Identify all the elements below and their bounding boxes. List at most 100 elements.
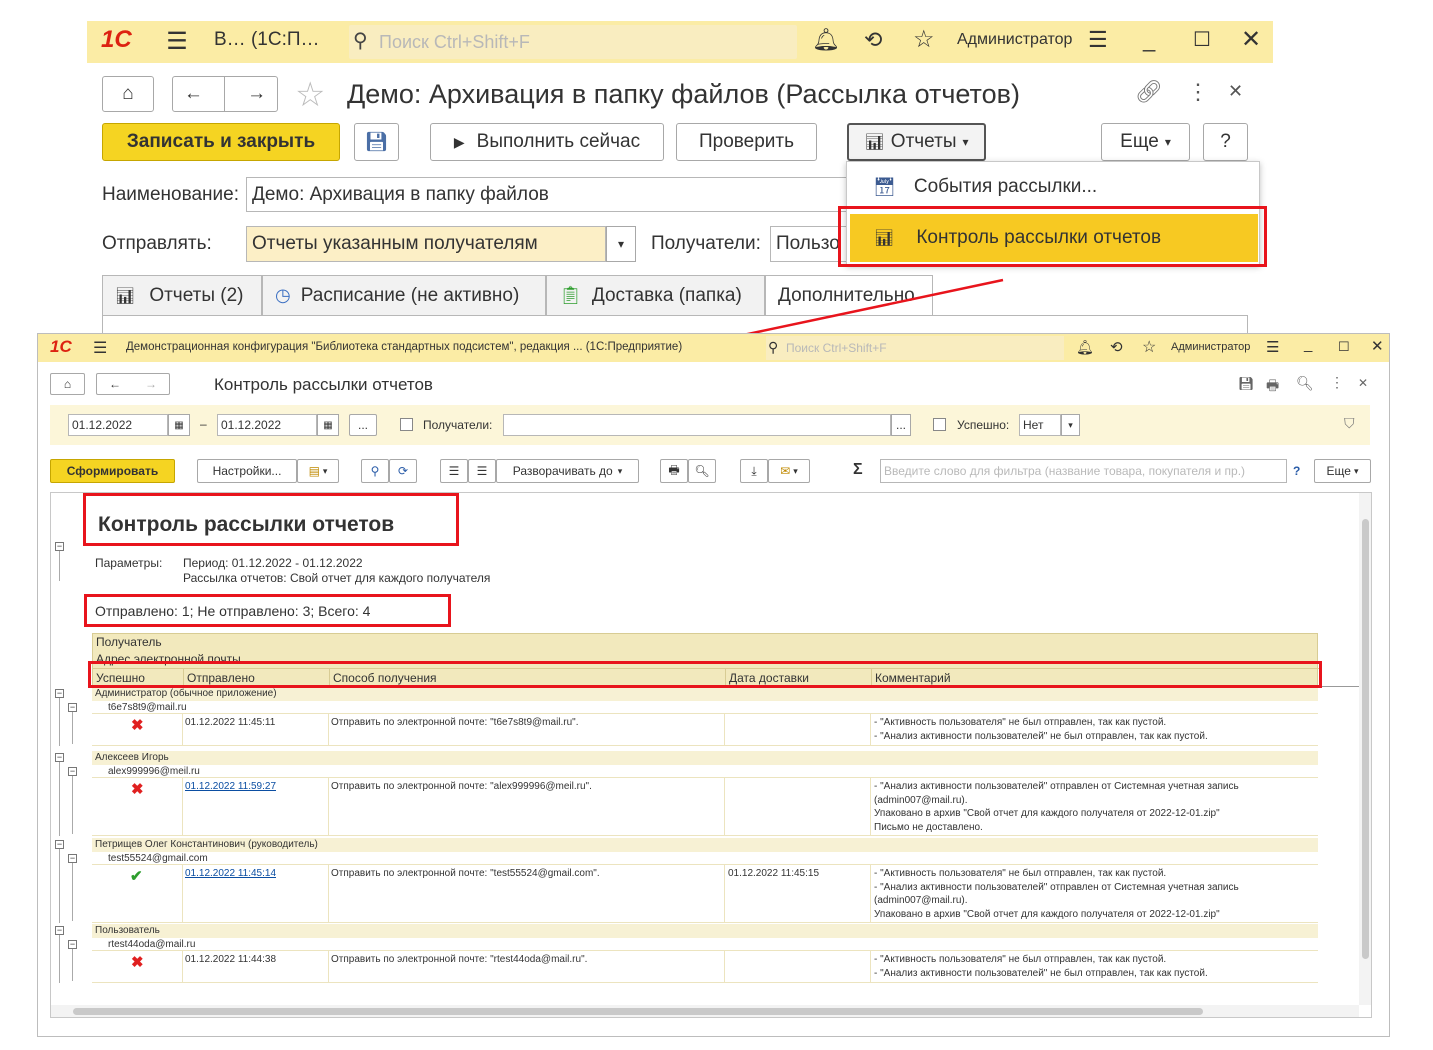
recipients-checkbox[interactable] [400, 418, 413, 431]
help-button[interactable]: ? [1293, 464, 1300, 478]
group-email[interactable]: alex999996@meil.ru [92, 765, 1318, 778]
calendar-icon: ▦ [323, 419, 333, 431]
print-button[interactable]: 🖶 [660, 459, 688, 483]
group-collapse-toggle[interactable]: − [55, 689, 64, 698]
success-select[interactable]: Нет [1019, 414, 1061, 436]
home-button[interactable]: ⌂ [50, 373, 85, 395]
nav-buttons[interactable]: ← → [96, 373, 170, 395]
hamburger-icon[interactable]: ☰ [93, 338, 107, 358]
comment-line: (admin007@mail.ru). [874, 895, 968, 906]
report-window-title: Демонстрационная конфигурация "Библиотек… [126, 341, 683, 353]
date-to-field[interactable]: 01.12.2022 [217, 414, 317, 436]
success-select-dropdown[interactable]: ▾ [1061, 414, 1080, 436]
group-email[interactable]: rtest44oda@mail.ru [92, 938, 1318, 951]
group-email[interactable]: t6e7s8t9@mail.ru [92, 701, 1318, 714]
expand-button[interactable]: ☰ [468, 459, 496, 483]
group-collapse-toggle[interactable]: − [55, 753, 64, 762]
chevron-down-icon: ▾ [793, 465, 798, 476]
comment-line: Письмо не доставлено. [874, 821, 983, 833]
expand-icon: ☰ [476, 464, 488, 478]
settings-menu-icon[interactable]: ☰ [1266, 338, 1279, 356]
horizontal-scroll-thumb[interactable] [73, 1008, 1203, 1015]
period-select-button[interactable]: ... [349, 414, 377, 436]
success-checkbox[interactable] [933, 418, 946, 431]
date-from-field[interactable]: 01.12.2022 [68, 414, 168, 436]
global-search[interactable]: ⚲ Поиск Ctrl+Shift+F [766, 336, 1064, 360]
calendar-icon: ▦ [174, 419, 184, 431]
collapse-button[interactable]: ☰ [440, 459, 468, 483]
report-filter-input[interactable]: Введите слово для фильтра (название това… [880, 459, 1287, 483]
delivery-method: Отправить по электронной почте: "alex999… [331, 781, 592, 792]
check-icon: ✔ [130, 868, 143, 885]
more-vertical-icon[interactable]: ⋮ [1330, 374, 1344, 391]
more-button[interactable]: Еще ▾ [1314, 459, 1371, 483]
email-collapse-toggle[interactable]: − [68, 767, 77, 776]
expand-to-button[interactable]: Разворачивать до ▾ [496, 459, 639, 483]
group-email[interactable]: test55524@gmail.com [92, 852, 1318, 865]
download-icon: ⤓ [751, 463, 757, 478]
comment-line: Упаковано в архив "Свой отчет для каждог… [874, 908, 1220, 920]
history-icon[interactable]: ⟲ [1110, 338, 1123, 356]
send-button[interactable]: ✉ ▾ [768, 459, 810, 483]
delivery-method: Отправить по электронной почте: "t6e7s8t… [331, 717, 579, 728]
chevron-down-icon: ▾ [322, 465, 328, 476]
report-title: Контроль рассылки отчетов [214, 375, 433, 394]
find-button[interactable]: ⚲ [361, 459, 389, 483]
group-recipient[interactable]: Алексеев Игорь [92, 751, 1318, 765]
email-collapse-toggle[interactable]: − [68, 703, 77, 712]
preview-button[interactable]: 🔍︎ [688, 459, 716, 483]
group-collapse-toggle[interactable]: − [55, 926, 64, 935]
params-label: Параметры: [95, 556, 163, 570]
cross-icon: ✖ [131, 954, 144, 971]
success-label: Успешно: [957, 418, 1010, 432]
save-icon[interactable]: 💾︎ [1238, 376, 1255, 392]
filter-bar: 01.12.2022 ▦ – 01.12.2022 ▦ ... Получате… [50, 405, 1370, 445]
recipients-select-button[interactable]: ... [891, 414, 911, 436]
back-arrow-icon[interactable]: ← [109, 377, 121, 391]
comment-line: - "Анализ активности пользователей" не б… [874, 730, 1208, 742]
expand-to-label: Разворачивать до [512, 464, 613, 478]
group-collapse-toggle[interactable]: − [55, 840, 64, 849]
sum-icon[interactable]: Σ [853, 461, 863, 479]
forward-arrow-icon[interactable]: → [145, 377, 157, 391]
collapse-toggle[interactable]: − [55, 542, 64, 551]
print-icon[interactable]: 🖶 [1266, 375, 1279, 399]
user-name[interactable]: Администратор [1171, 341, 1250, 353]
email-collapse-toggle[interactable]: − [68, 940, 77, 949]
report-close-icon[interactable]: ✕ [1358, 376, 1368, 390]
generate-button[interactable]: Сформировать [50, 459, 175, 483]
sent-date: 01.12.2022 11:44:38 [185, 954, 277, 965]
export-button[interactable]: ⤓ [740, 459, 768, 483]
find-replace-button[interactable]: ⟳ [389, 459, 417, 483]
sent-date[interactable]: 01.12.2022 11:45:14 [185, 868, 276, 879]
calendar-button[interactable]: ▦ [168, 414, 190, 436]
header-recipient: Получатель [96, 635, 162, 649]
filter-icon[interactable]: ⛉ [1344, 415, 1355, 432]
variants-button[interactable]: ▤ ▾ [297, 459, 339, 483]
maximize-icon[interactable]: ☐ [1338, 339, 1350, 355]
vertical-scrollbar[interactable] [1359, 493, 1371, 1005]
close-icon[interactable]: ✕ [1371, 337, 1384, 355]
settings-button[interactable]: Настройки... [197, 459, 297, 483]
more-label: Еще [1326, 464, 1351, 478]
preview-icon[interactable]: 🔍︎ [1296, 375, 1314, 392]
recipients-filter-field[interactable] [503, 414, 891, 436]
envelope-icon: ✉ [780, 464, 791, 478]
group-recipient[interactable]: Пользователь [92, 924, 1318, 938]
comment-line: - "Анализ активности пользователей" отпр… [874, 881, 1239, 893]
minimize-icon[interactable]: _ [1304, 336, 1312, 353]
search-icon: ⚲ [768, 339, 779, 355]
home-icon: ⌂ [63, 377, 72, 391]
report-titlebar: 1С ☰ Демонстрационная конфигурация "Библ… [38, 334, 1389, 362]
sent-date: 01.12.2022 11:45:11 [185, 717, 276, 728]
calendar-button[interactable]: ▦ [317, 414, 339, 436]
email-collapse-toggle[interactable]: − [68, 854, 77, 863]
group-recipient[interactable]: Петрищев Олег Константинович (руководите… [92, 838, 1318, 852]
vertical-scroll-thumb[interactable] [1362, 519, 1369, 959]
sent-date[interactable]: 01.12.2022 11:59:27 [185, 781, 276, 792]
comment-line: - "Активность пользователя" не был отпра… [874, 868, 1167, 879]
horizontal-scrollbar[interactable] [51, 1005, 1359, 1017]
group-recipient[interactable]: Администратор (обычное приложение) [92, 687, 1318, 701]
bell-icon[interactable]: 🔔︎ [1076, 339, 1094, 356]
star-icon[interactable]: ☆ [1142, 337, 1156, 357]
